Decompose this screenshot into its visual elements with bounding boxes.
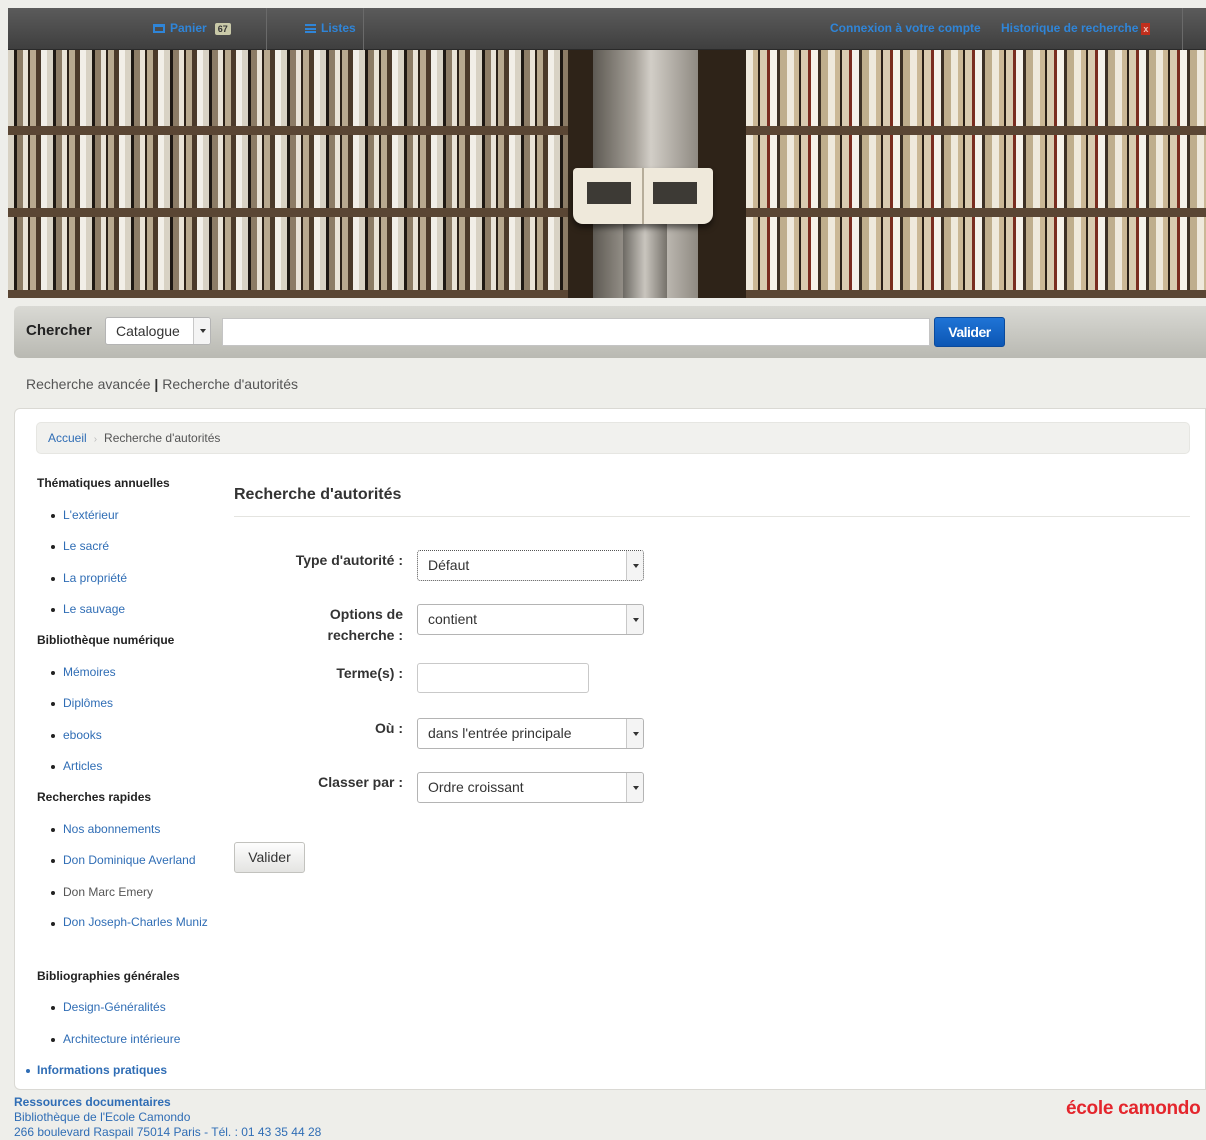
advanced-search-link[interactable]: Recherche avancée: [26, 376, 151, 392]
sidebar-item[interactable]: Don Joseph-Charles Muniz: [63, 912, 213, 933]
ecole-camondo-logo: école camondo: [1066, 1098, 1201, 1119]
authority-search-submit-button[interactable]: Valider: [234, 842, 305, 873]
terms-label: Terme(s) :: [336, 665, 403, 681]
list-icon: [305, 24, 316, 33]
title-divider: [234, 516, 1190, 517]
chevron-down-icon: [626, 719, 643, 748]
search-submit-button[interactable]: Valider: [934, 317, 1005, 347]
cart-link[interactable]: Panier 67: [153, 8, 231, 50]
sidebar-item[interactable]: Le sauvage: [63, 602, 125, 616]
sidebar-item[interactable]: Don Marc Emery: [63, 885, 153, 899]
chevron-down-icon: [626, 605, 643, 634]
navbar-divider: [1182, 8, 1183, 50]
sidebar-item[interactable]: Design-Généralités: [63, 1000, 166, 1014]
sidebar-item[interactable]: La propriété: [63, 571, 127, 585]
sidebar-heading: Thématiques annuelles: [37, 476, 170, 490]
search-options-select[interactable]: contient: [417, 604, 644, 635]
search-bar: Chercher Catalogue Valider: [14, 306, 1206, 358]
footer: Ressources documentaires Bibliothèque de…: [14, 1095, 321, 1140]
authority-search-link[interactable]: Recherche d'autorités: [162, 376, 298, 392]
sidebar-item[interactable]: ebooks: [63, 728, 102, 742]
cart-icon: [153, 24, 165, 33]
library-banner-image: [8, 50, 1206, 298]
sort-label: Classer par :: [318, 774, 403, 790]
sidebar-item[interactable]: Mémoires: [63, 665, 116, 679]
chevron-down-icon: [626, 773, 643, 802]
sidebar-item[interactable]: Don Dominique Averland: [63, 853, 196, 867]
search-label: Chercher: [26, 322, 92, 339]
footer-address: 266 boulevard Raspail 75014 Paris - Tél.…: [14, 1125, 322, 1139]
where-select[interactable]: dans l'entrée principale: [417, 718, 644, 749]
sidebar-item[interactable]: Diplômes: [63, 696, 113, 710]
open-book: [573, 168, 713, 224]
sidebar-item[interactable]: Le sacré: [63, 539, 109, 553]
sidebar-heading: Bibliothèque numérique: [37, 633, 175, 647]
bookshelf-right: [746, 50, 1206, 298]
search-scope-select[interactable]: Catalogue: [105, 317, 211, 345]
search-input[interactable]: [222, 318, 930, 346]
sidebar-heading: Recherches rapides: [37, 790, 152, 804]
login-link[interactable]: Connexion à votre compte: [830, 8, 981, 50]
search-options-label-line: recherche :: [327, 627, 403, 643]
cart-label: Panier: [170, 21, 207, 35]
where-value: dans l'entrée principale: [428, 725, 572, 741]
sidebar-item[interactable]: Architecture intérieure: [63, 1032, 180, 1046]
search-options-label-line: Options de: [329, 606, 403, 622]
bookshelf-left: [8, 50, 568, 298]
lists-label: Listes: [321, 21, 356, 35]
navbar-divider: [266, 8, 267, 50]
terms-input[interactable]: [417, 663, 589, 693]
search-options-value: contient: [428, 611, 478, 627]
top-navbar: Panier 67 Listes Connexion à votre compte…: [8, 8, 1206, 50]
search-options-label: Options de recherche :: [233, 604, 403, 646]
footer-library: Bibliothèque de l'Ecole Camondo: [14, 1110, 191, 1124]
practical-info-link[interactable]: Informations pratiques: [37, 1063, 167, 1077]
page-title: Recherche d'autorités: [234, 486, 402, 503]
bullet-dot: [26, 1069, 30, 1073]
authority-type-select[interactable]: Défaut: [417, 550, 644, 581]
search-history-link[interactable]: Historique de recherche x: [1001, 8, 1151, 50]
breadcrumb-current: Recherche d'autorités: [104, 431, 221, 445]
sidebar-heading: Bibliographies générales: [37, 969, 180, 983]
sidebar-item[interactable]: Articles: [63, 759, 102, 773]
sort-select[interactable]: Ordre croissant: [417, 772, 644, 803]
book-stand: [623, 224, 667, 298]
search-links: Recherche avancée | Recherche d'autorité…: [26, 376, 298, 392]
sidebar-item[interactable]: Nos abonnements: [63, 822, 160, 836]
cart-count-badge: 67: [214, 23, 231, 35]
search-history-label: Historique de recherche: [1001, 21, 1139, 35]
main-panel: Accueil › Recherche d'autorités Thématique…: [14, 408, 1206, 1090]
search-scope-value: Catalogue: [116, 323, 180, 339]
authority-type-label: Type d'autorité :: [295, 552, 403, 568]
link-separator: |: [154, 376, 159, 392]
breadcrumb: Accueil › Recherche d'autorités: [36, 422, 1190, 454]
where-label: Où :: [375, 720, 403, 736]
authority-type-value: Défaut: [428, 557, 470, 573]
chevron-right-icon: ›: [93, 434, 98, 445]
breadcrumb-home-link[interactable]: Accueil: [48, 431, 87, 445]
chevron-down-icon: [626, 551, 643, 580]
sidebar-item[interactable]: L'extérieur: [63, 508, 119, 522]
sort-value: Ordre croissant: [428, 779, 524, 795]
chevron-down-icon: [193, 318, 210, 344]
lists-link[interactable]: Listes: [305, 8, 356, 50]
clear-history-button[interactable]: x: [1141, 23, 1151, 35]
navbar-divider: [363, 8, 364, 50]
footer-title[interactable]: Ressources documentaires: [14, 1095, 321, 1110]
